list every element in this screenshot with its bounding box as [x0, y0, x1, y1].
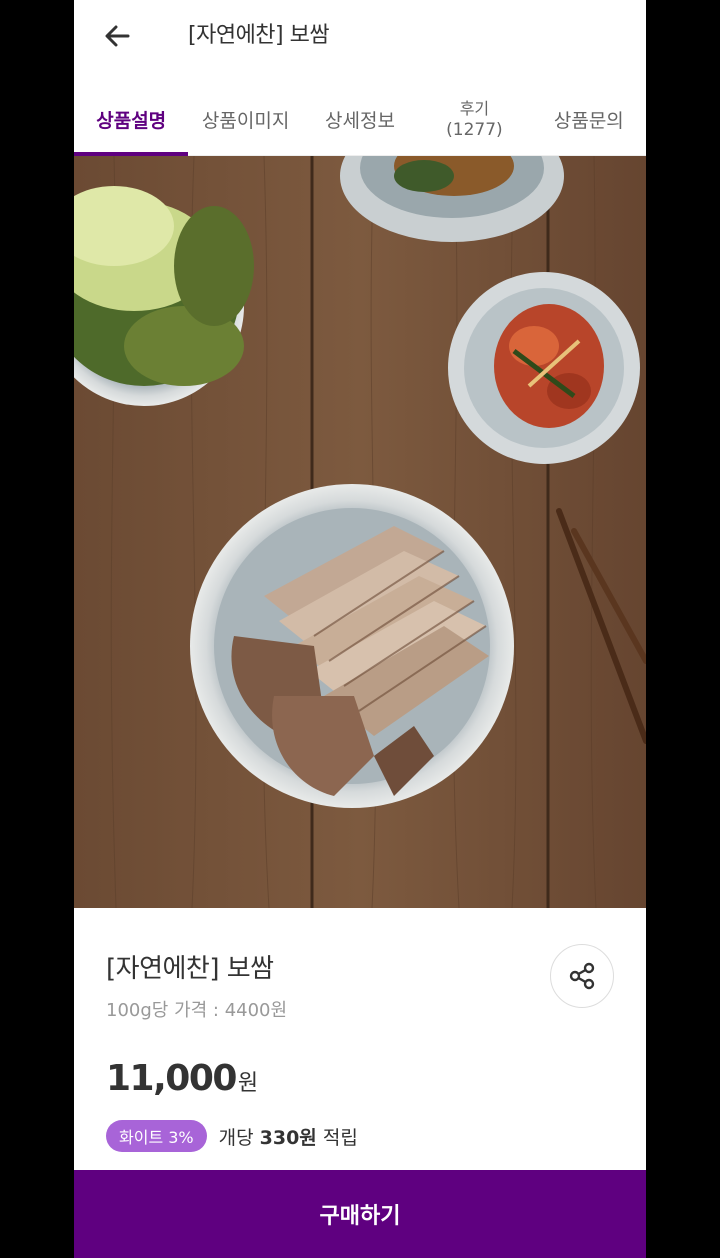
back-button[interactable]: [102, 20, 134, 52]
product-name: [자연에찬] 보쌈: [106, 954, 274, 984]
tab-label: 후기: [459, 98, 490, 118]
price-currency: 원: [237, 1071, 259, 1096]
tab-reviews[interactable]: 후기 (1277): [417, 84, 531, 155]
tab-label: 상품설명: [96, 110, 167, 132]
arrow-left-icon: [105, 25, 130, 47]
tab-label: 상세정보: [325, 110, 395, 132]
tab-inquiry[interactable]: 상품문의: [532, 84, 646, 155]
point-amount: 330원: [259, 1126, 317, 1149]
tab-label: 상품문의: [553, 110, 624, 132]
buy-button[interactable]: 구매하기: [74, 1170, 646, 1258]
price: 11,000 원: [106, 1058, 258, 1099]
share-button[interactable]: [550, 944, 614, 1008]
tab-bar: 상품설명 상품이미지 상세정보 후기 (1277) 상품문의: [74, 84, 646, 156]
point-info: 화이트 3% 개당 330원 적립: [106, 1120, 358, 1152]
membership-badge: 화이트 3%: [106, 1120, 207, 1152]
point-prefix: 개당: [218, 1126, 260, 1149]
product-info: [자연에찬] 보쌈 100g당 가격 : 4400원 11,000 원 화이트 …: [74, 908, 646, 1170]
review-count: (1277): [446, 119, 503, 140]
tab-label: 상품이미지: [201, 110, 290, 132]
tab-images[interactable]: 상품이미지: [188, 84, 302, 155]
buy-button-label: 구매하기: [319, 1204, 401, 1229]
tab-description[interactable]: 상품설명: [74, 84, 189, 156]
share-icon: [569, 962, 595, 990]
tab-details[interactable]: 상세정보: [303, 84, 417, 155]
unit-price: 100g당 가격 : 4400원: [106, 1000, 288, 1021]
point-suffix: 적립: [316, 1126, 358, 1149]
page-title: [자연에찬] 보쌈: [188, 23, 330, 48]
product-image: [74, 156, 646, 908]
app-header: [자연에찬] 보쌈: [74, 0, 646, 72]
product-screen: [자연에찬] 보쌈 상품설명 상품이미지 상세정보 후기 (1277) 상품문의: [74, 0, 646, 1258]
price-value: 11,000: [106, 1058, 237, 1099]
point-text: 개당 330원 적립: [219, 1123, 358, 1150]
